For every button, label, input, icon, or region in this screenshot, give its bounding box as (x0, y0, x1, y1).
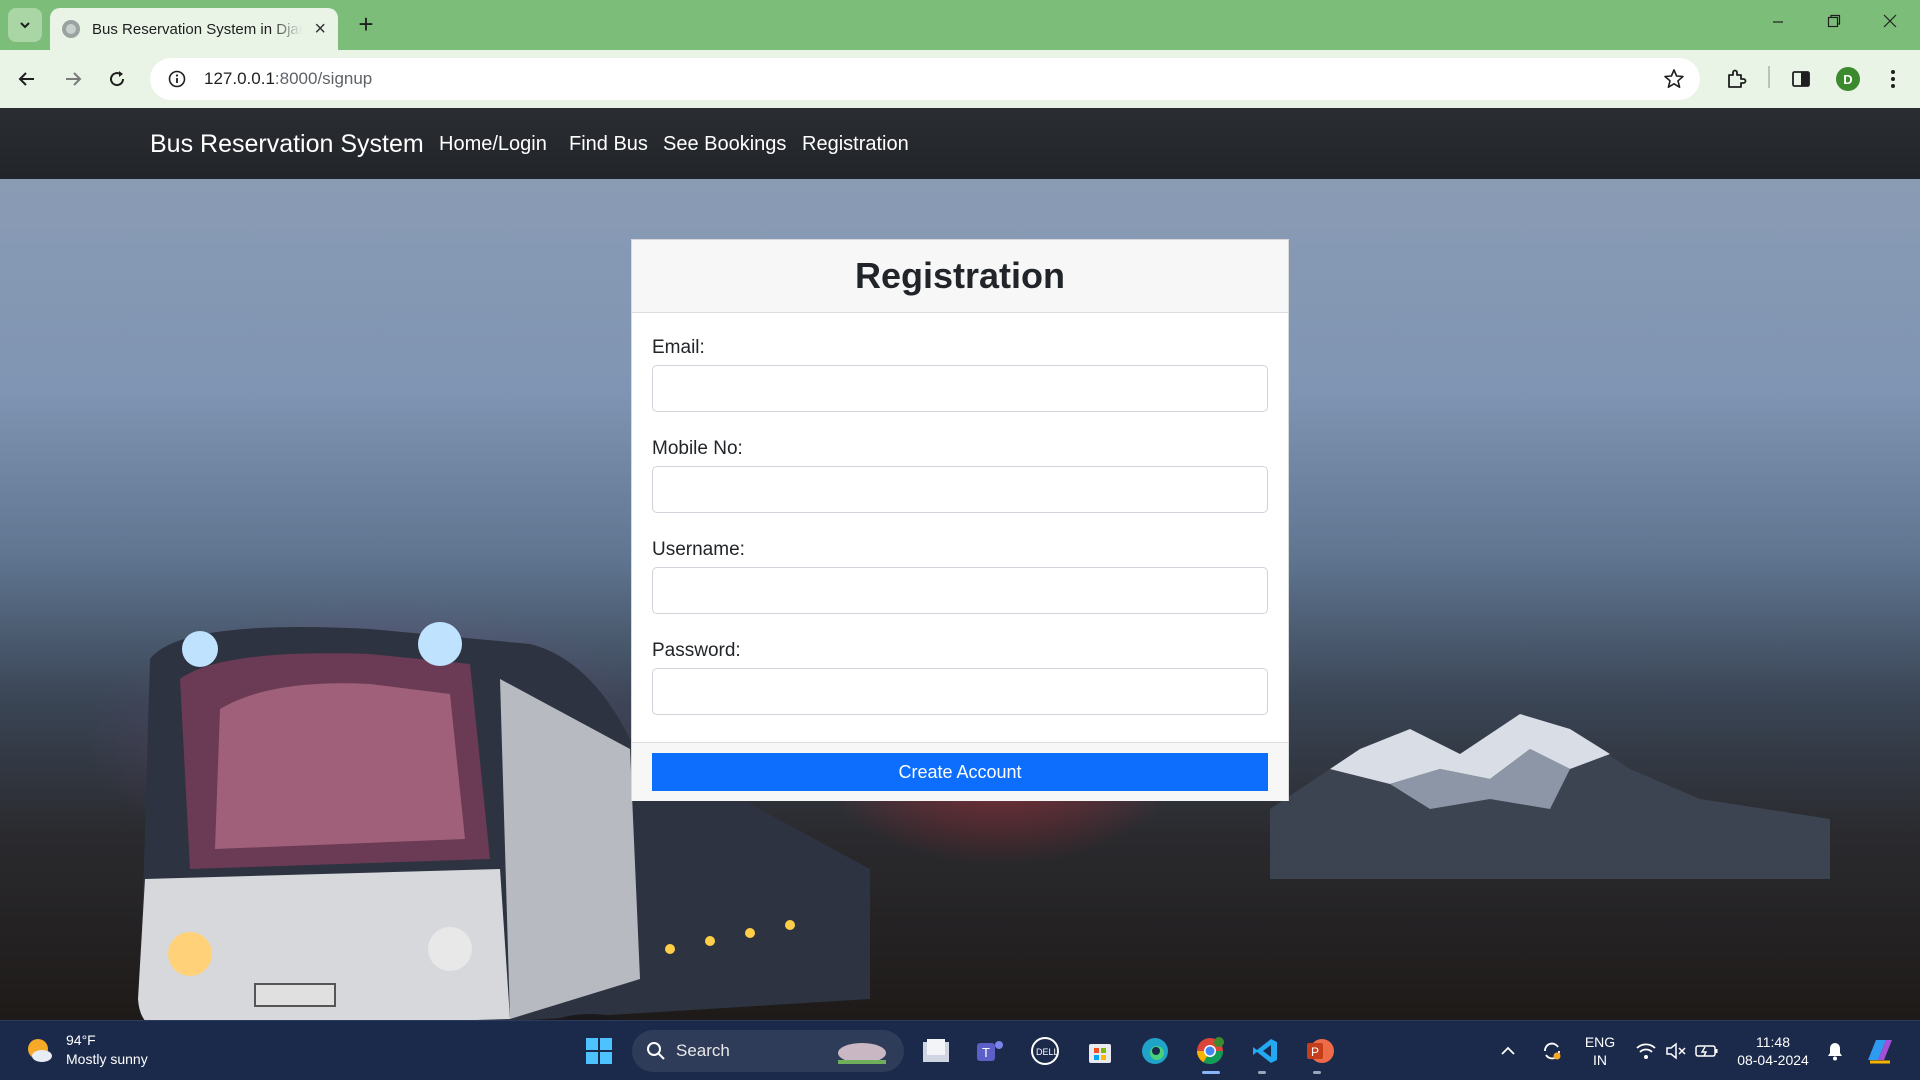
vscode-icon[interactable] (1247, 1033, 1283, 1069)
create-account-button[interactable]: Create Account (652, 753, 1268, 791)
clock-time: 11:48 (1756, 1034, 1790, 1050)
restore-icon[interactable] (1814, 10, 1854, 38)
url-host: 127.0.0.1 (204, 69, 275, 88)
search-icon (647, 1042, 665, 1060)
vscode-open-indicator (1258, 1071, 1266, 1074)
card-footer: Create Account (632, 742, 1288, 801)
browser-toolbar: 127.0.0.1:8000/signup D (0, 50, 1920, 108)
clock-date: 08-04-2024 (1737, 1052, 1809, 1068)
address-bar[interactable]: 127.0.0.1:8000/signup (150, 58, 1700, 100)
email-label: Email: (652, 337, 705, 358)
nav-link-find-bus[interactable]: Find Bus (569, 133, 648, 156)
language-line-2: IN (1593, 1052, 1607, 1068)
forward-icon[interactable] (58, 64, 88, 94)
site-info-icon[interactable] (162, 64, 192, 94)
chevron-up-icon[interactable] (1494, 1033, 1522, 1069)
web-page: Bus Reservation System Home/Login Find B… (0, 108, 1920, 1020)
username-field[interactable] (652, 567, 1268, 614)
dell-icon[interactable]: DELL (1027, 1033, 1063, 1069)
extensions-icon[interactable] (1721, 64, 1751, 94)
tab-title: Bus Reservation System in Django (92, 20, 302, 38)
taskbar-search-box[interactable]: Search (632, 1030, 904, 1072)
reload-icon[interactable] (102, 64, 132, 94)
tab-search-icon[interactable] (8, 8, 42, 42)
nav-link-home-login[interactable]: Home/Login (439, 133, 547, 156)
svg-text:P: P (1311, 1045, 1319, 1059)
store-icon[interactable] (1082, 1033, 1118, 1069)
teams-icon[interactable]: T (972, 1033, 1008, 1069)
powerpoint-icon[interactable]: P (1302, 1033, 1338, 1069)
registration-card: Registration Email: Mobile No: Username:… (631, 239, 1289, 801)
minimize-icon[interactable] (1758, 10, 1798, 38)
search-highlight-icon (838, 1043, 886, 1064)
powerpoint-open-indicator (1313, 1071, 1321, 1074)
language-indicator[interactable]: ENG IN (1578, 1033, 1622, 1069)
svg-text:T: T (982, 1045, 990, 1060)
card-header: Registration (632, 240, 1288, 313)
nav-link-registration[interactable]: Registration (802, 133, 909, 156)
profile-avatar[interactable]: D (1833, 64, 1863, 94)
battery-icon[interactable] (1693, 1033, 1721, 1069)
url-path: :8000/signup (274, 69, 373, 88)
mountain-image (1270, 714, 1830, 879)
username-label: Username: (652, 539, 745, 560)
avatar: D (1836, 67, 1860, 91)
svg-text:DELL: DELL (1036, 1047, 1059, 1057)
toolbar-divider (1768, 66, 1770, 88)
weather-temperature: 94°F (66, 1032, 96, 1048)
mobile-field[interactable] (652, 466, 1268, 513)
card-body: Email: Mobile No: Username: Password: (632, 313, 1288, 715)
language-line-1: ENG (1584, 1034, 1616, 1050)
back-icon[interactable] (12, 64, 42, 94)
clock[interactable]: 11:48 08-04-2024 (1728, 1033, 1818, 1069)
plus-icon[interactable]: + (352, 10, 380, 38)
weather-widget[interactable]: 94°F Mostly sunny (24, 1031, 148, 1069)
menu-icon[interactable] (1878, 64, 1908, 94)
window-close-icon[interactable] (1870, 10, 1910, 38)
weather-sun-icon (24, 1035, 54, 1065)
password-label: Password: (652, 640, 741, 661)
chrome-icon[interactable] (1192, 1033, 1228, 1069)
wifi-icon[interactable] (1632, 1033, 1660, 1069)
globe-icon (62, 20, 80, 38)
url-text: 127.0.0.1:8000/signup (204, 69, 372, 89)
browser-tab-strip: Bus Reservation System in Django × + (0, 0, 1920, 50)
search-label: Search (676, 1041, 730, 1060)
taskbar: 94°F Mostly sunny Search T DELL P ENG IN… (0, 1020, 1920, 1080)
password-field[interactable] (652, 668, 1268, 715)
page-title: Registration (854, 255, 1066, 296)
edge-icon[interactable] (1137, 1033, 1173, 1069)
weather-condition: Mostly sunny (66, 1051, 148, 1067)
close-icon[interactable]: × (314, 19, 326, 39)
email-field[interactable] (652, 365, 1268, 412)
star-icon[interactable] (1662, 67, 1686, 96)
windows-start-icon[interactable] (581, 1033, 617, 1069)
mute-icon[interactable] (1662, 1033, 1690, 1069)
mobile-label: Mobile No: (652, 438, 743, 459)
copilot-icon[interactable] (1862, 1033, 1898, 1069)
nav-link-see-bookings[interactable]: See Bookings (663, 133, 786, 156)
sync-icon[interactable] (1536, 1033, 1568, 1069)
browser-tab[interactable]: Bus Reservation System in Django × (50, 8, 338, 50)
navbar-brand[interactable]: Bus Reservation System (150, 130, 424, 159)
chrome-active-indicator (1202, 1071, 1220, 1074)
bell-icon[interactable] (1820, 1033, 1850, 1069)
site-navbar: Bus Reservation System Home/Login Find B… (0, 108, 1920, 179)
file-explorer-icon[interactable] (918, 1033, 954, 1069)
sidepanel-icon[interactable] (1786, 64, 1816, 94)
